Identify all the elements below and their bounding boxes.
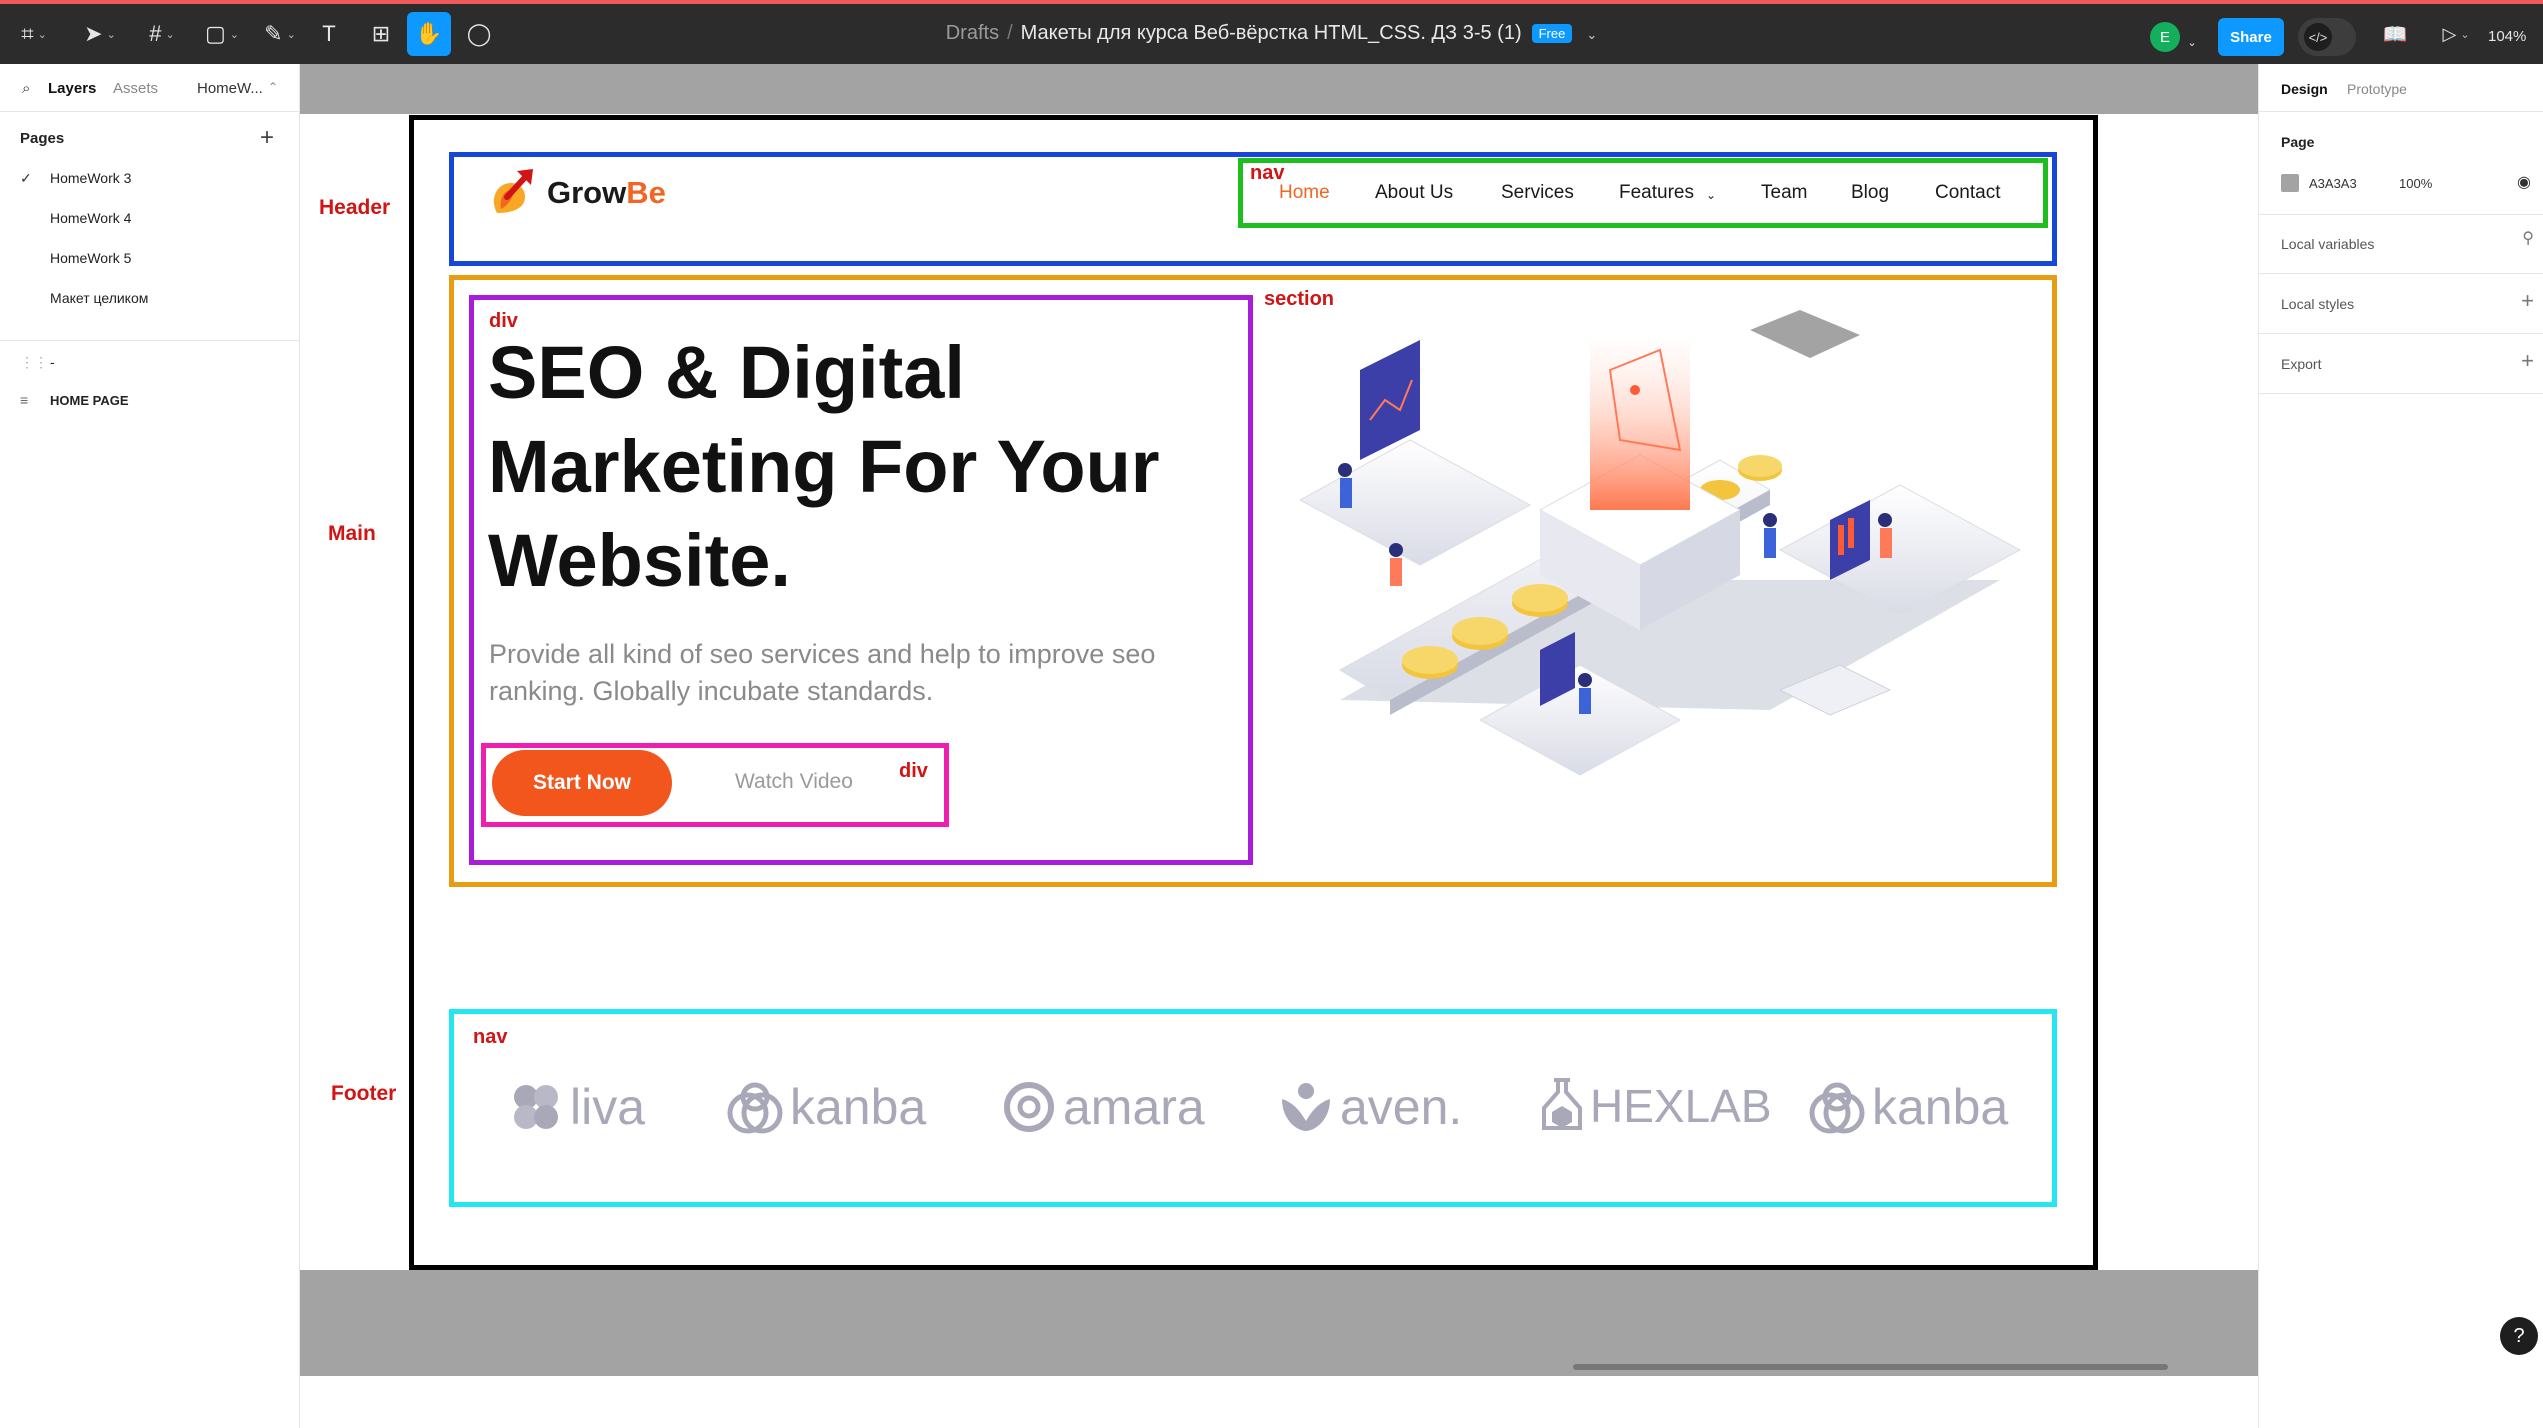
share-button[interactable]: Share <box>2218 18 2284 56</box>
eye-icon[interactable]: ◉ <box>2517 172 2531 192</box>
brand-kanba[interactable]: kanba <box>1806 1078 2008 1136</box>
layer-item[interactable]: ⋮⋮ - <box>20 354 55 371</box>
nav-item-blog[interactable]: Blog <box>1851 182 1889 204</box>
nav-item-team[interactable]: Team <box>1761 182 1807 204</box>
help-button[interactable]: ? <box>2500 1317 2538 1355</box>
main-menu-icon[interactable]: ⌗ ⌄ <box>14 18 54 50</box>
divider <box>0 340 300 341</box>
chevron-down-icon[interactable]: ⌄ <box>1706 188 1716 202</box>
plan-badge: Free <box>1531 24 1573 44</box>
figma-toolbar: ⌗ ⌄ ➤ ⌄ # ⌄ ▢ ⌄ ✎ ⌄ T ⊞ ✋ ◯ Drafts / Макеты для… <box>0 4 2543 64</box>
brand-hexlab[interactable]: HEXLAB <box>1540 1078 1772 1134</box>
library-icon[interactable]: 📖 <box>2380 18 2410 50</box>
tab-prototype[interactable]: Prototype <box>2347 81 2407 97</box>
logo-text: GrowBe <box>547 175 666 210</box>
nav-item-services[interactable]: Services <box>1501 182 1574 204</box>
brand-kanba[interactable]: kanba <box>724 1078 926 1136</box>
hexlab-logo-icon <box>1542 1078 1582 1130</box>
dev-mode-toggle[interactable]: </> <box>2298 18 2356 56</box>
local-variables-section[interactable]: Local variables ⚲ <box>2259 214 2543 274</box>
kanba-logo-icon <box>727 1082 783 1134</box>
nav-item-home[interactable]: Home <box>1279 182 1330 204</box>
liva-logo-icon <box>514 1085 558 1129</box>
div-tag: div <box>899 760 928 782</box>
resources-icon[interactable]: ⊞ <box>366 18 396 50</box>
nav-item-features[interactable]: Features <box>1619 182 1694 204</box>
nav-item-about[interactable]: About Us <box>1375 182 1453 204</box>
chevron-down-icon[interactable]: ⌄ <box>1586 27 1597 42</box>
rectangle-tool-icon[interactable]: ▢ ⌄ <box>200 18 244 50</box>
hero-subtitle: Provide all kind of seo services and hel… <box>489 639 1156 706</box>
hand-tool-icon[interactable]: ✋ <box>407 12 451 56</box>
add-style-icon[interactable]: + <box>2521 288 2534 314</box>
isometric-illustration <box>1300 310 2022 776</box>
nav-tag: nav <box>473 1026 508 1048</box>
pages-heading: Pages <box>20 130 65 147</box>
comment-tool-icon[interactable]: ◯ <box>464 18 494 50</box>
brand-liva[interactable]: liva <box>510 1078 645 1136</box>
page-item[interactable]: ✓ HomeWork 3 <box>20 170 131 187</box>
header-label: Header <box>319 196 391 219</box>
page-item[interactable]: HomeWork 5 <box>20 250 131 266</box>
page-section-heading: Page <box>2281 134 2315 150</box>
hero-title: SEO & Digital Marketing For Your Website… <box>488 331 1160 602</box>
brand-aven[interactable]: aven. <box>1278 1078 1462 1136</box>
add-page-icon[interactable]: + <box>260 124 274 152</box>
kanba-logo-icon <box>1809 1082 1865 1134</box>
tab-assets[interactable]: Assets <box>113 80 158 97</box>
search-icon[interactable]: ⌕ <box>22 80 30 97</box>
avatar[interactable]: E <box>2150 22 2180 52</box>
left-panel-tabs: ⌕ Layers Assets HomeW... ⌃ <box>0 64 300 112</box>
check-icon: ✓ <box>20 170 32 186</box>
right-panel: Design Prototype Page A3A3A3 100% ◉ Loca… <box>2258 64 2543 1428</box>
present-icon[interactable]: ▷ ⌄ <box>2436 18 2476 50</box>
tab-layers[interactable]: Layers <box>48 80 96 97</box>
frame-tool-icon[interactable]: # ⌄ <box>140 18 184 50</box>
amara-logo-icon <box>1004 1082 1054 1132</box>
zoom-level[interactable]: 104% <box>2488 28 2526 45</box>
start-now-button[interactable]: Start Now <box>492 750 672 816</box>
tab-current-page[interactable]: HomeW... <box>197 80 263 97</box>
text-tool-icon[interactable]: T <box>314 18 344 50</box>
section-tag: section <box>1264 288 1335 310</box>
brand-amara[interactable]: amara <box>1003 1078 1205 1136</box>
growbe-logo[interactable]: GrowBe <box>487 167 666 219</box>
footer-label: Footer <box>331 1082 397 1105</box>
page-item[interactable]: Макет целиком <box>20 290 148 306</box>
right-panel-tabs: Design Prototype <box>2259 64 2543 112</box>
chevron-down-icon[interactable]: ⌄ <box>2184 26 2200 58</box>
page-color-swatch[interactable] <box>2281 174 2299 192</box>
page-color-hex[interactable]: A3A3A3 <box>2309 176 2357 191</box>
code-icon: </> <box>2304 23 2332 51</box>
nav-item-contact[interactable]: Contact <box>1935 182 2000 204</box>
aven-logo-icon <box>1282 1083 1330 1131</box>
variables-icon[interactable]: ⚲ <box>2522 228 2534 248</box>
horizontal-scrollbar[interactable] <box>1573 1364 2168 1370</box>
export-section[interactable]: Export + <box>2259 334 2543 394</box>
tab-design[interactable]: Design <box>2281 81 2328 97</box>
local-styles-section[interactable]: Local styles + <box>2259 274 2543 334</box>
page-opacity[interactable]: 100% <box>2399 176 2432 191</box>
watch-video-button[interactable]: Watch Video <box>735 770 853 794</box>
drafts-link[interactable]: Drafts <box>946 22 999 44</box>
move-tool-icon[interactable]: ➤ ⌄ <box>78 18 122 50</box>
rocket-logo-icon <box>493 169 533 213</box>
main-label: Main <box>328 522 376 545</box>
file-title[interactable]: Макеты для курса Веб-вёрстка HTML_CSS. Д… <box>1021 22 1522 44</box>
frame-icon: ≡ <box>20 392 29 408</box>
page-item[interactable]: HomeWork 4 <box>20 210 131 226</box>
layer-item[interactable]: ≡ HOME PAGE <box>20 392 129 408</box>
pen-tool-icon[interactable]: ✎ ⌄ <box>258 18 302 50</box>
add-export-icon[interactable]: + <box>2521 348 2534 374</box>
left-panel: ⌕ Layers Assets HomeW... ⌃ Pages + ✓ Home… <box>0 64 300 1428</box>
chevron-up-icon[interactable]: ⌃ <box>268 80 278 94</box>
grid-icon: ⋮⋮ <box>20 354 48 370</box>
